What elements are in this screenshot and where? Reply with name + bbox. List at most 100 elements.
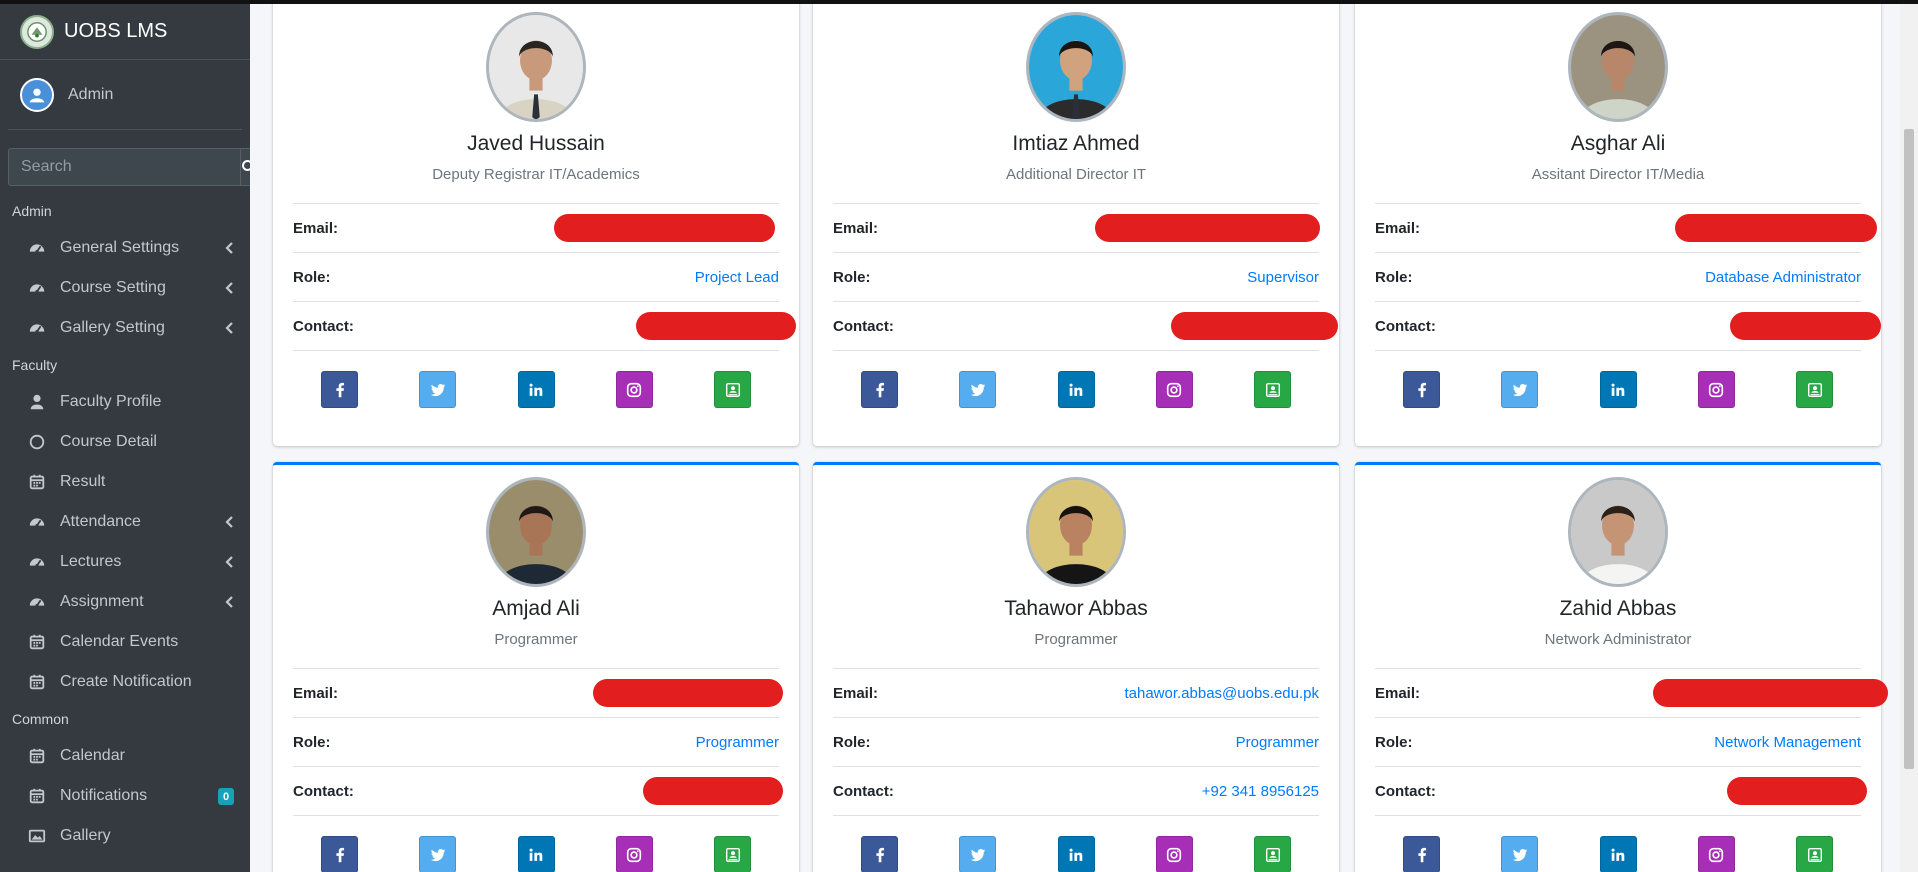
- role-link[interactable]: Programmer: [1236, 734, 1319, 751]
- linkedin-button[interactable]: [517, 836, 555, 872]
- twitter-button[interactable]: [419, 371, 457, 408]
- page-scrollbar[interactable]: [1900, 4, 1918, 872]
- sidebar-item-result[interactable]: Result: [0, 462, 250, 502]
- google-classroom-button[interactable]: [1254, 836, 1291, 872]
- instagram-button[interactable]: [615, 836, 653, 872]
- search-input[interactable]: [8, 148, 240, 186]
- sidebar-item-create-notification[interactable]: Create Notification: [0, 662, 250, 702]
- role-row: Role: Network Management: [1375, 718, 1861, 767]
- linkedin-button[interactable]: [517, 371, 555, 408]
- linkedin-button[interactable]: [1599, 371, 1637, 408]
- sidebar-item-course-setting[interactable]: Course Setting: [0, 268, 250, 308]
- scrollbar-thumb[interactable]: [1904, 129, 1914, 769]
- role-link[interactable]: Project Lead: [695, 269, 779, 286]
- instagram-icon: [625, 381, 643, 399]
- google-classroom-button[interactable]: [1796, 371, 1833, 408]
- google-classroom-button[interactable]: [1254, 371, 1291, 408]
- contact-label: Contact:: [1375, 317, 1436, 335]
- sidebar-item-gallery[interactable]: Gallery: [0, 816, 250, 856]
- instagram-button[interactable]: [615, 371, 653, 408]
- profile-details: Email: Role: Project Lead Contact:: [293, 203, 796, 351]
- role-link[interactable]: Programmer: [696, 734, 779, 751]
- contact-label: Contact:: [833, 317, 894, 335]
- twitter-button[interactable]: [1501, 836, 1539, 872]
- email-redaction: [554, 214, 775, 242]
- user-name: Admin: [68, 85, 114, 103]
- social-links: [321, 836, 751, 872]
- linkedin-button[interactable]: [1599, 836, 1637, 872]
- instagram-button[interactable]: [1697, 371, 1735, 408]
- facebook-button[interactable]: [321, 371, 358, 408]
- sidebar-item-gallery-setting[interactable]: Gallery Setting: [0, 308, 250, 348]
- brand-link[interactable]: UOBS LMS: [0, 4, 250, 60]
- profile-title: Programmer: [494, 631, 578, 648]
- facebook-button[interactable]: [861, 836, 898, 872]
- profile-title: Network Administrator: [1544, 631, 1692, 648]
- twitter-button[interactable]: [419, 836, 457, 872]
- sidebar-item-attendance[interactable]: Attendance: [0, 502, 250, 542]
- sidebar-item-label: Faculty Profile: [60, 393, 162, 410]
- facebook-button[interactable]: [861, 371, 898, 408]
- email-row: Email:: [293, 669, 783, 718]
- role-row: Role: Supervisor: [833, 253, 1319, 302]
- linkedin-button[interactable]: [1057, 836, 1095, 872]
- email-row: Email:: [293, 204, 779, 253]
- instagram-button[interactable]: [1697, 836, 1735, 872]
- role-link[interactable]: Database Administrator: [1705, 269, 1861, 286]
- sidebar-item-lectures[interactable]: Lectures: [0, 542, 250, 582]
- facebook-button[interactable]: [1403, 371, 1440, 408]
- nav-header-faculty: Faculty: [12, 357, 58, 373]
- profile-title: Deputy Registrar IT/Academics: [432, 166, 640, 183]
- email-label: Email:: [293, 219, 339, 237]
- sidebar-item-calendar-events[interactable]: Calendar Events: [0, 622, 250, 662]
- google-classroom-button[interactable]: [1796, 836, 1833, 872]
- facebook-icon: [331, 846, 349, 864]
- sidebar-item-general-settings[interactable]: General Settings: [0, 228, 250, 268]
- contact-label: Contact:: [293, 782, 354, 800]
- sidebar-item-notifications[interactable]: Notifications 0: [0, 776, 250, 816]
- linkedin-icon: [527, 846, 545, 864]
- sidebar-item-course-detail[interactable]: Course Detail: [0, 422, 250, 462]
- email-link[interactable]: tahawor.abbas@uobs.edu.pk: [1124, 685, 1319, 702]
- profile-name: Tahawor Abbas: [1004, 597, 1148, 620]
- google-classroom-button[interactable]: [714, 371, 751, 408]
- profile-name: Asghar Ali: [1570, 132, 1666, 155]
- sidebar-item-label: Result: [60, 473, 106, 490]
- sidebar-item-label: Attendance: [60, 513, 141, 530]
- linkedin-icon: [527, 381, 545, 399]
- linkedin-button[interactable]: [1057, 371, 1095, 408]
- sidebar-item-faculty-profile[interactable]: Faculty Profile: [0, 382, 250, 422]
- instagram-icon: [625, 846, 643, 864]
- facebook-button[interactable]: [1403, 836, 1440, 872]
- image-icon: [26, 825, 48, 847]
- user-panel[interactable]: Admin: [8, 60, 242, 130]
- role-label: Role:: [833, 733, 871, 751]
- facebook-button[interactable]: [321, 836, 358, 872]
- role-link[interactable]: Network Management: [1714, 734, 1861, 751]
- sidebar-item-assignment[interactable]: Assignment: [0, 582, 250, 622]
- profile-name: Zahid Abbas: [1559, 597, 1677, 620]
- facebook-icon: [1413, 846, 1431, 864]
- contact-link[interactable]: +92 341 8956125: [1202, 783, 1319, 800]
- twitter-button[interactable]: [959, 836, 997, 872]
- instagram-icon: [1707, 381, 1725, 399]
- profile-title: Assitant Director IT/Media: [1531, 166, 1705, 183]
- social-links: [861, 836, 1291, 872]
- calendar-icon: [26, 671, 48, 693]
- instagram-button[interactable]: [1155, 836, 1193, 872]
- profile-card-asghar-ali: Asghar Ali Assitant Director IT/Media Emai…: [1355, 4, 1881, 446]
- twitter-button[interactable]: [1501, 371, 1539, 408]
- instagram-button[interactable]: [1155, 371, 1193, 408]
- profile-photo: [1568, 477, 1668, 587]
- google-classroom-button[interactable]: [714, 836, 751, 872]
- social-links: [1403, 371, 1833, 408]
- profile-details: Email: Role: Database Administrator Contact…: [1375, 203, 1881, 351]
- profile-card-tahawor-abbas: Tahawor Abbas Programmer Email: tahawor.abb…: [813, 462, 1339, 872]
- chevron-left-icon: [224, 515, 234, 529]
- twitter-button[interactable]: [959, 371, 997, 408]
- search-button[interactable]: [240, 148, 250, 186]
- facebook-icon: [1413, 381, 1431, 399]
- sidebar-item-calendar[interactable]: Calendar: [0, 736, 250, 776]
- google-classroom-icon: [724, 846, 742, 864]
- role-link[interactable]: Supervisor: [1247, 269, 1319, 286]
